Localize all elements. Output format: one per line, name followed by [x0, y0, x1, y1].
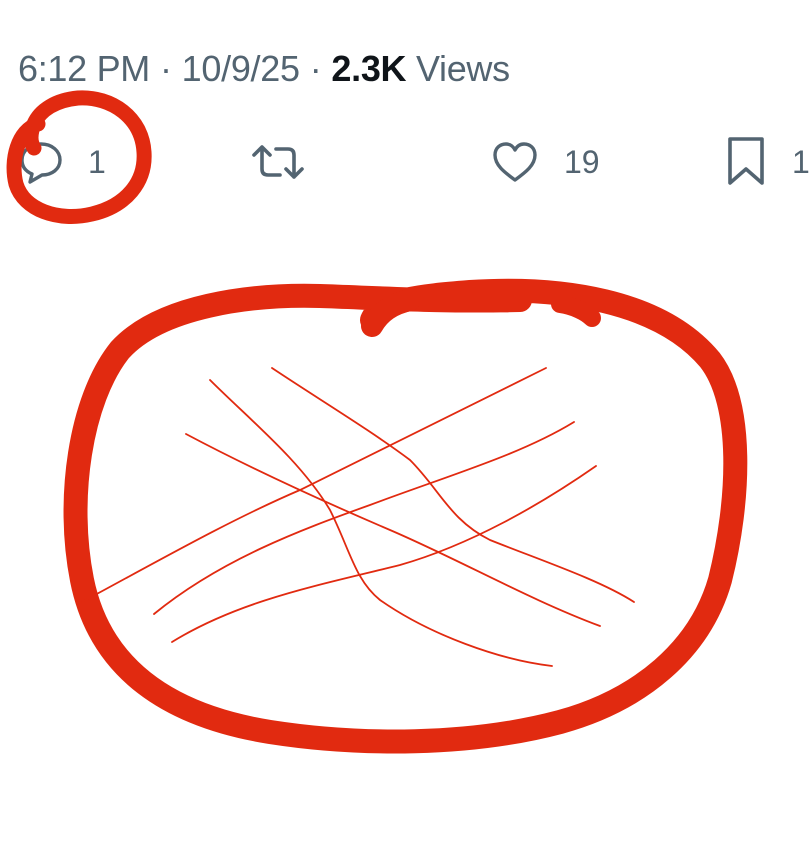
bookmark-button[interactable]: 1	[724, 130, 810, 194]
like-count: 19	[564, 143, 600, 180]
tweet-time: 6:12 PM	[18, 48, 150, 89]
meta-separator: ·	[309, 48, 322, 89]
tweet-date: 10/9/25	[181, 48, 300, 89]
meta-separator: ·	[159, 48, 172, 89]
reply-count: 1	[88, 143, 106, 180]
large-highlight-circle	[63, 278, 748, 754]
reply-button[interactable]: 1	[18, 130, 106, 194]
red-annotation-overlay	[6, 90, 748, 754]
bookmark-icon	[724, 135, 768, 189]
views-label: Views	[415, 48, 510, 89]
crosshatch-scribble	[81, 367, 635, 667]
bookmark-count: 1	[792, 143, 810, 180]
heart-icon	[490, 139, 540, 185]
reply-bubble-icon	[18, 139, 64, 185]
tweet-actions-bar: 1 19 1	[0, 130, 812, 194]
repost-arrows-icon	[248, 139, 308, 185]
repost-button[interactable]	[248, 130, 332, 194]
like-button[interactable]: 19	[490, 130, 600, 194]
tweet-meta-line: 6:12 PM · 10/9/25 · 2.3K Views	[18, 44, 510, 94]
views-count[interactable]: 2.3K	[331, 48, 406, 89]
